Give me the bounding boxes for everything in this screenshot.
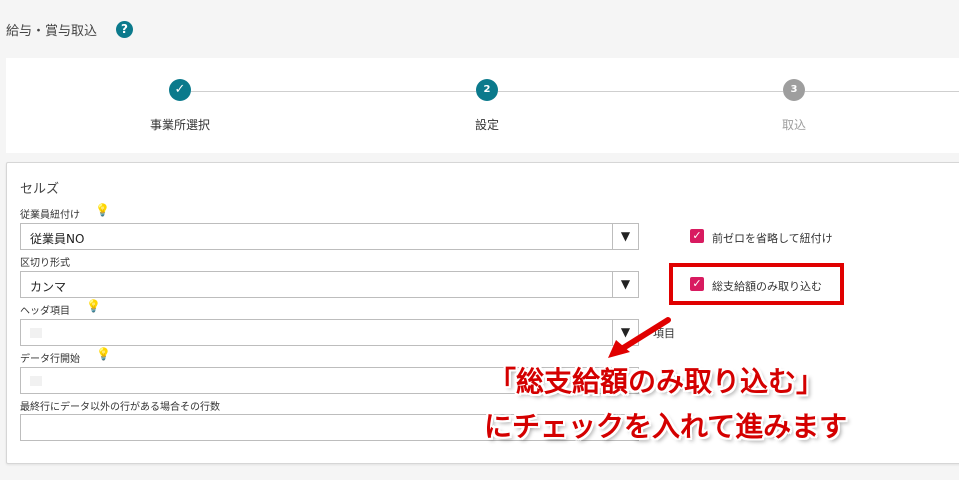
section-title: セルズ — [20, 182, 60, 197]
data-start-label: データ行開始 — [20, 354, 80, 365]
step-connector — [805, 91, 959, 92]
lightbulb-icon[interactable]: 💡 — [86, 299, 101, 313]
step-3-label: 取込 — [781, 118, 806, 132]
lightbulb-icon[interactable]: 💡 — [95, 203, 110, 217]
last-rows-label: 最終行にデータ以外の行がある場合その行数 — [20, 402, 220, 413]
stepper — [6, 58, 959, 153]
help-icon[interactable]: ? — [116, 21, 133, 38]
step-connector — [191, 91, 476, 92]
header-item-label: ヘッダ項目 — [20, 306, 70, 317]
annotation-line-2: にチェックを入れて進みます — [484, 410, 848, 443]
input-value-placeholder — [30, 328, 42, 338]
omit-leading-zero-label: 前ゼロを省略して紐付け — [712, 232, 833, 245]
page-title: 給与・賞与取込 — [6, 24, 98, 39]
checkbox-omit-leading-zero[interactable]: ✓ — [690, 229, 704, 243]
step-1-label: 事業所選択 — [149, 118, 210, 132]
delimiter-value: カンマ — [30, 280, 67, 294]
chevron-down-icon[interactable]: ▼ — [612, 272, 638, 297]
step-2-number: 2 — [476, 79, 498, 101]
lightbulb-icon[interactable]: 💡 — [96, 347, 111, 361]
input-value-placeholder — [30, 376, 42, 386]
delimiter-select[interactable]: カンマ ▼ — [20, 271, 639, 298]
highlight-box — [669, 263, 844, 305]
annotation-arrow — [608, 317, 671, 358]
employee-link-label: 従業員紐付け — [20, 210, 80, 221]
annotation-line-1: 「総支給額のみ取り込む」 — [488, 365, 825, 398]
step-1-check-icon: ✓ — [169, 79, 191, 101]
chevron-down-icon[interactable]: ▼ — [612, 224, 638, 249]
step-2-label: 設定 — [474, 118, 499, 132]
delimiter-label: 区切り形式 — [20, 258, 70, 269]
employee-link-value: 従業員NO — [30, 232, 85, 246]
employee-link-select[interactable]: 従業員NO ▼ — [20, 223, 639, 250]
header-item-select[interactable]: ▼ — [20, 319, 639, 346]
step-connector — [498, 91, 783, 92]
step-3-number: 3 — [783, 79, 805, 101]
